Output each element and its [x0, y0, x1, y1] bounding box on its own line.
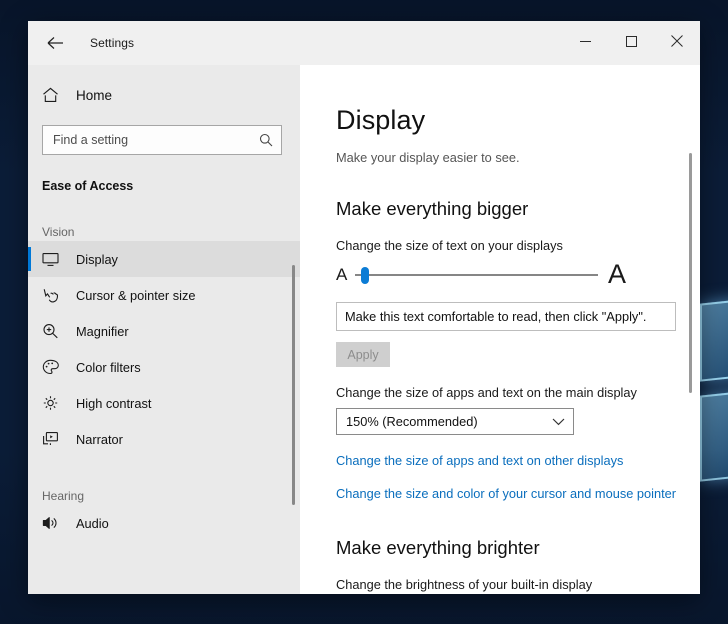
speaker-icon [42, 515, 68, 531]
scale-dropdown-value: 150% (Recommended) [346, 414, 552, 429]
text-size-slider-track [355, 274, 598, 276]
sidebar-item-cursor-pointer-size[interactable]: Cursor & pointer size [28, 277, 300, 313]
page-title: Display [336, 105, 700, 136]
search-box[interactable] [42, 125, 282, 155]
settings-window: Settings [28, 21, 700, 594]
sidebar-item-label: Display [76, 252, 118, 267]
scale-label: Change the size of apps and text on the … [336, 385, 700, 400]
close-icon [671, 34, 683, 52]
section-heading-bigger: Make everything bigger [336, 198, 700, 220]
sidebar-item-label: Color filters [76, 360, 141, 375]
cursor-icon [42, 287, 68, 303]
maximize-button[interactable] [608, 21, 654, 65]
sun-contrast-icon [42, 395, 68, 411]
minimize-icon [580, 34, 591, 52]
sidebar-group-label-vision: Vision [28, 225, 300, 239]
sidebar-item-color-filters[interactable]: Color filters [28, 349, 300, 385]
sidebar-item-narrator[interactable]: Narrator [28, 421, 300, 457]
main-scrollbar-thumb[interactable] [689, 153, 692, 393]
magnifier-icon [42, 323, 68, 339]
scale-dropdown[interactable]: 150% (Recommended) [336, 408, 574, 435]
sidebar: Home Ease of Access Vision [28, 65, 300, 594]
close-button[interactable] [654, 21, 700, 65]
link-cursor-color[interactable]: Change the size and color of your cursor… [336, 486, 676, 501]
sidebar-item-label: Magnifier [76, 324, 129, 339]
sidebar-item-magnifier[interactable]: Magnifier [28, 313, 300, 349]
maximize-icon [626, 34, 637, 52]
search-container [28, 125, 300, 155]
narrator-icon [42, 431, 68, 447]
palette-icon [42, 359, 68, 375]
chevron-down-icon [552, 418, 565, 426]
search-icon[interactable] [259, 133, 273, 147]
back-arrow-icon [47, 36, 64, 50]
sidebar-item-label: Audio [76, 516, 109, 531]
text-size-preview: Make this text comfortable to read, then… [336, 302, 676, 331]
window-title: Settings [90, 36, 134, 50]
sidebar-item-label: Narrator [76, 432, 123, 447]
search-input[interactable] [53, 133, 259, 147]
back-button[interactable] [34, 27, 76, 59]
sidebar-section-title: Ease of Access [28, 179, 300, 193]
sidebar-home-label: Home [76, 88, 112, 103]
text-size-slider-row: A A [336, 261, 626, 288]
window-controls [562, 21, 700, 65]
sidebar-scrollbar-thumb[interactable] [292, 265, 295, 505]
sidebar-group-label-hearing: Hearing [28, 489, 300, 503]
page-subtitle: Make your display easier to see. [336, 150, 700, 165]
sidebar-item-label: Cursor & pointer size [76, 288, 195, 303]
text-size-slider-thumb[interactable] [361, 267, 369, 284]
monitor-icon [42, 252, 68, 267]
home-icon [42, 87, 70, 103]
wallpaper-logo-pane [700, 296, 728, 381]
sidebar-item-home[interactable]: Home [28, 79, 300, 111]
wallpaper-logo-pane [700, 388, 728, 481]
small-a-label: A [336, 266, 347, 283]
link-other-displays[interactable]: Change the size of apps and text on othe… [336, 453, 623, 468]
title-bar: Settings [28, 21, 700, 65]
large-a-label: A [608, 261, 626, 288]
sidebar-item-label: High contrast [76, 396, 151, 411]
brightness-label: Change the brightness of your built-in d… [336, 577, 700, 592]
apply-button[interactable]: Apply [336, 342, 390, 367]
text-size-label: Change the size of text on your displays [336, 238, 700, 253]
window-body: Home Ease of Access Vision [28, 65, 700, 594]
sidebar-item-high-contrast[interactable]: High contrast [28, 385, 300, 421]
sidebar-item-audio[interactable]: Audio [28, 505, 300, 541]
main-content: Display Make your display easier to see.… [300, 65, 700, 594]
sidebar-item-display[interactable]: Display [28, 241, 300, 277]
minimize-button[interactable] [562, 21, 608, 65]
section-heading-brighter: Make everything brighter [336, 537, 700, 559]
text-size-slider[interactable] [355, 262, 598, 288]
